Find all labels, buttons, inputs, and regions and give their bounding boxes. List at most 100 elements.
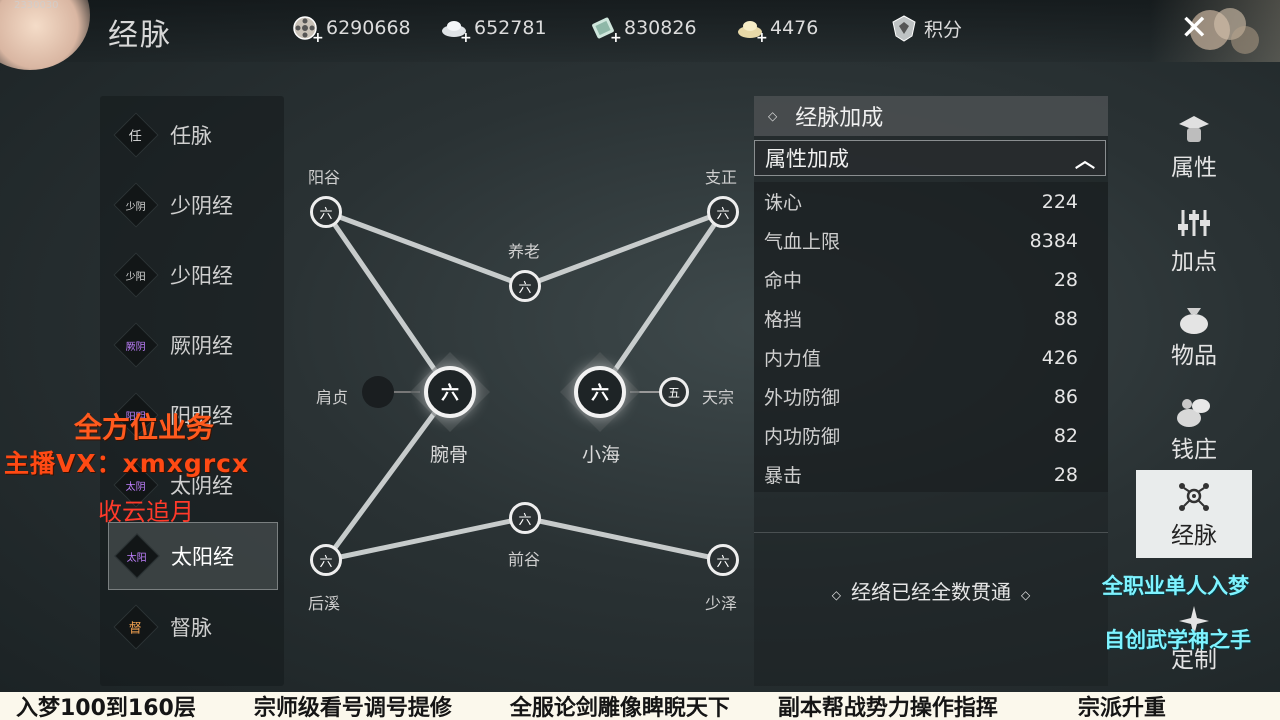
- scrolling-ticker: 入梦100到160层 宗师级看号调号提修 全服论剑雕像睥睨天下 副本帮战势力操作…: [0, 692, 1280, 720]
- page-title: 经脉: [108, 18, 172, 53]
- bonus-header-title: 经脉加成: [795, 106, 884, 131]
- currency-2[interactable]: + 652781: [440, 14, 547, 45]
- acupoint-wangu[interactable]: 六: [424, 366, 476, 418]
- acupoint-label: 后溪: [308, 594, 341, 613]
- meridian-label: 太阳经: [171, 545, 234, 569]
- acupoint-zhizheng[interactable]: 六: [707, 196, 739, 228]
- chevron-up-icon: ︿: [1075, 147, 1095, 172]
- nav-label: 属性: [1171, 155, 1217, 181]
- stat-name: 格挡: [764, 309, 803, 331]
- currency-1-value: 6290668: [326, 17, 411, 39]
- overlay-text-right-2: 自创武学神之手: [1104, 628, 1251, 652]
- nav-meridian[interactable]: 经脉: [1136, 470, 1252, 558]
- stat-value: 8384: [1029, 229, 1078, 252]
- meridian-badge: 少阳: [113, 252, 159, 298]
- jade-ticket-icon: +: [590, 14, 622, 45]
- currency-3[interactable]: + 830826: [590, 14, 697, 45]
- stat-name: 气血上限: [764, 231, 841, 253]
- currency-4-value: 4476: [770, 17, 819, 39]
- diamond-icon: ◇: [831, 588, 841, 602]
- stream-code-text: 2330030: [14, 0, 59, 11]
- meridian-graph: 六 阳谷 六 支正 六 养老 肩贞 六 腕骨 六 小海 五 天宗 六 前谷 六 …: [290, 150, 760, 620]
- acupoint-label: 阳谷: [308, 168, 341, 187]
- currency-1[interactable]: + 6290668: [292, 14, 411, 45]
- meridian-item-du[interactable]: 督 督脉: [108, 594, 276, 660]
- stat-name: 暴击: [764, 465, 803, 487]
- acupoint-houxi[interactable]: 六: [310, 544, 342, 576]
- sliders-icon: [1173, 204, 1215, 242]
- ticker-item: 宗派升重: [1077, 696, 1166, 720]
- meridian-item-jueyin[interactable]: 厥阴 厥阴经: [108, 312, 276, 378]
- meridian-label: 少阴经: [170, 194, 233, 218]
- overlay-text-right-1: 全职业单人入梦: [1102, 574, 1249, 598]
- points-button[interactable]: 积分: [890, 14, 962, 42]
- meridian-bonus-panel: ◇ 经脉加成 属性加成 ︿ 诛心 224 气血上限 8384 命中 28 格挡 88 内…: [754, 96, 1108, 686]
- acupoint-label: 腕骨: [430, 444, 469, 466]
- acupoint-xiaohai[interactable]: 六: [574, 366, 626, 418]
- acupoint-label: 前谷: [508, 550, 541, 569]
- meridian-item-shaoyin[interactable]: 少阴 少阴经: [108, 172, 276, 238]
- stat-row: 诛心 224: [764, 182, 1078, 221]
- stat-value: 82: [1053, 424, 1078, 447]
- stat-name: 内功防御: [764, 426, 841, 448]
- meridian-item-ren[interactable]: 任 任脉: [108, 102, 276, 168]
- stat-value: 88: [1053, 307, 1078, 330]
- acupoint-jianzhen[interactable]: [362, 376, 394, 408]
- close-button[interactable]: ✕: [1150, 0, 1280, 62]
- stat-row: 暴击 28: [764, 455, 1078, 494]
- acupoint-label: 养老: [508, 242, 541, 261]
- overlay-text-services: 全方位业务: [74, 411, 215, 444]
- stat-row: 外功防御 86: [764, 377, 1078, 416]
- diamond-icon: ◇: [1021, 588, 1031, 602]
- points-label: 积分: [924, 18, 963, 41]
- diamond-icon: ◇: [768, 109, 778, 123]
- acupoint-label: 支正: [705, 168, 738, 187]
- gold-ingot-icon: +: [736, 14, 768, 45]
- meridian-icon: [1173, 478, 1215, 516]
- stat-row: 格挡 88: [764, 299, 1078, 338]
- meridian-badge: 少阴: [113, 182, 159, 228]
- meridian-badge: 太阳: [114, 533, 160, 579]
- stat-name: 内力值: [764, 348, 822, 370]
- stat-list: 诛心 224 气血上限 8384 命中 28 格挡 88 内力值 426 外功防御 86 内…: [754, 182, 1108, 492]
- meridian-badge: 任: [113, 112, 159, 158]
- bonus-header: ◇ 经脉加成: [754, 96, 1108, 136]
- attribute-bonus-toggle[interactable]: 属性加成 ︿: [754, 140, 1106, 176]
- ticker-item: 副本帮战势力操作指挥: [777, 696, 998, 720]
- nav-items[interactable]: 物品: [1136, 290, 1252, 378]
- meridian-item-shaoyang[interactable]: 少阳 少阳经: [108, 242, 276, 308]
- flower-decoration: [1190, 8, 1259, 54]
- stat-row: 气血上限 8384: [764, 221, 1078, 260]
- currency-2-value: 652781: [474, 17, 547, 39]
- acupoint-yanggu[interactable]: 六: [310, 196, 342, 228]
- bag-icon: [1173, 298, 1215, 336]
- film-reel-coin-icon: +: [292, 14, 324, 45]
- stat-name: 外功防御: [764, 387, 841, 409]
- hat-icon: [1173, 110, 1215, 148]
- shield-points-icon: [890, 14, 918, 42]
- meridian-item-taiyang[interactable]: 太阳 太阳经: [108, 522, 278, 590]
- overlay-text-contact: 主播VX：xmxgrcx: [4, 449, 250, 478]
- ticker-item: 宗师级看号调号提修: [253, 696, 452, 720]
- meridian-complete-text: ◇ 经络已经全数贯通 ◇: [831, 580, 1031, 604]
- stat-name: 诛心: [764, 192, 803, 214]
- acupoint-yanglao[interactable]: 六: [509, 270, 541, 302]
- nav-attributes[interactable]: 属性: [1136, 102, 1252, 190]
- meridian-label: 任脉: [170, 124, 212, 148]
- nav-add-points[interactable]: 加点: [1136, 196, 1252, 284]
- acupoint-qiangu[interactable]: 六: [509, 502, 541, 534]
- divider: [754, 532, 1108, 533]
- nav-label: 物品: [1171, 343, 1217, 369]
- acupoint-tianzong[interactable]: 五: [659, 377, 689, 407]
- stat-name: 命中: [764, 270, 803, 292]
- stat-value: 28: [1053, 463, 1078, 486]
- currency-4[interactable]: + 4476: [736, 14, 819, 45]
- nav-bank[interactable]: 钱庄: [1136, 384, 1252, 472]
- money-bag-icon: [1173, 392, 1215, 430]
- meridian-label: 厥阴经: [170, 334, 233, 358]
- ticker-item: 入梦100到160层: [16, 696, 196, 720]
- acupoint-shaoze[interactable]: 六: [707, 544, 739, 576]
- stat-row: 内力值 426: [764, 338, 1078, 377]
- stat-value: 28: [1053, 268, 1078, 291]
- attribute-bonus-label: 属性加成: [765, 147, 849, 171]
